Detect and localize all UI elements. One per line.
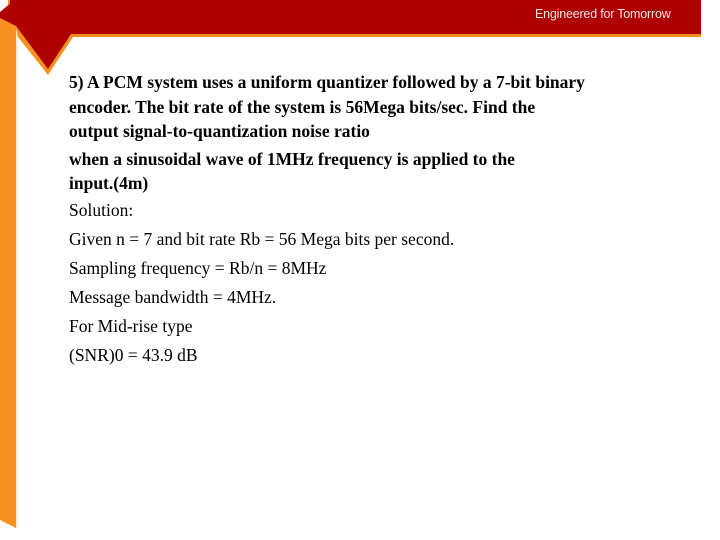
- question-line: 5) A PCM system uses a uniform quantizer…: [69, 72, 585, 92]
- question-text: 5) A PCM system uses a uniform quantizer…: [69, 70, 689, 196]
- question-line: encoder. The bit rate of the system is 5…: [69, 96, 536, 117]
- solution-block: Solution: Given n = 7 and bit rate Rb = …: [69, 196, 689, 370]
- question-line: input.(4m): [69, 173, 149, 193]
- solution-line: For Mid-rise type: [69, 315, 193, 336]
- question-line: output signal-to-quantization noise rati…: [69, 121, 370, 141]
- solution-line: Given n = 7 and bit rate Rb = 56 Mega bi…: [69, 228, 455, 249]
- left-accent-bar: [0, 22, 16, 528]
- solution-line: Message bandwidth = 4MHz.: [69, 286, 277, 307]
- solution-result: (SNR)0 = 43.9 dB: [69, 344, 198, 365]
- solution-heading: Solution:: [69, 199, 134, 220]
- header-tagline: Engineered for Tomorrow: [535, 7, 671, 21]
- solution-line: Sampling frequency = Rb/n = 8MHz: [69, 257, 327, 278]
- slide-content: 5) A PCM system uses a uniform quantizer…: [69, 70, 689, 370]
- question-line: when a sinusoidal wave of 1MHz frequency…: [69, 148, 515, 169]
